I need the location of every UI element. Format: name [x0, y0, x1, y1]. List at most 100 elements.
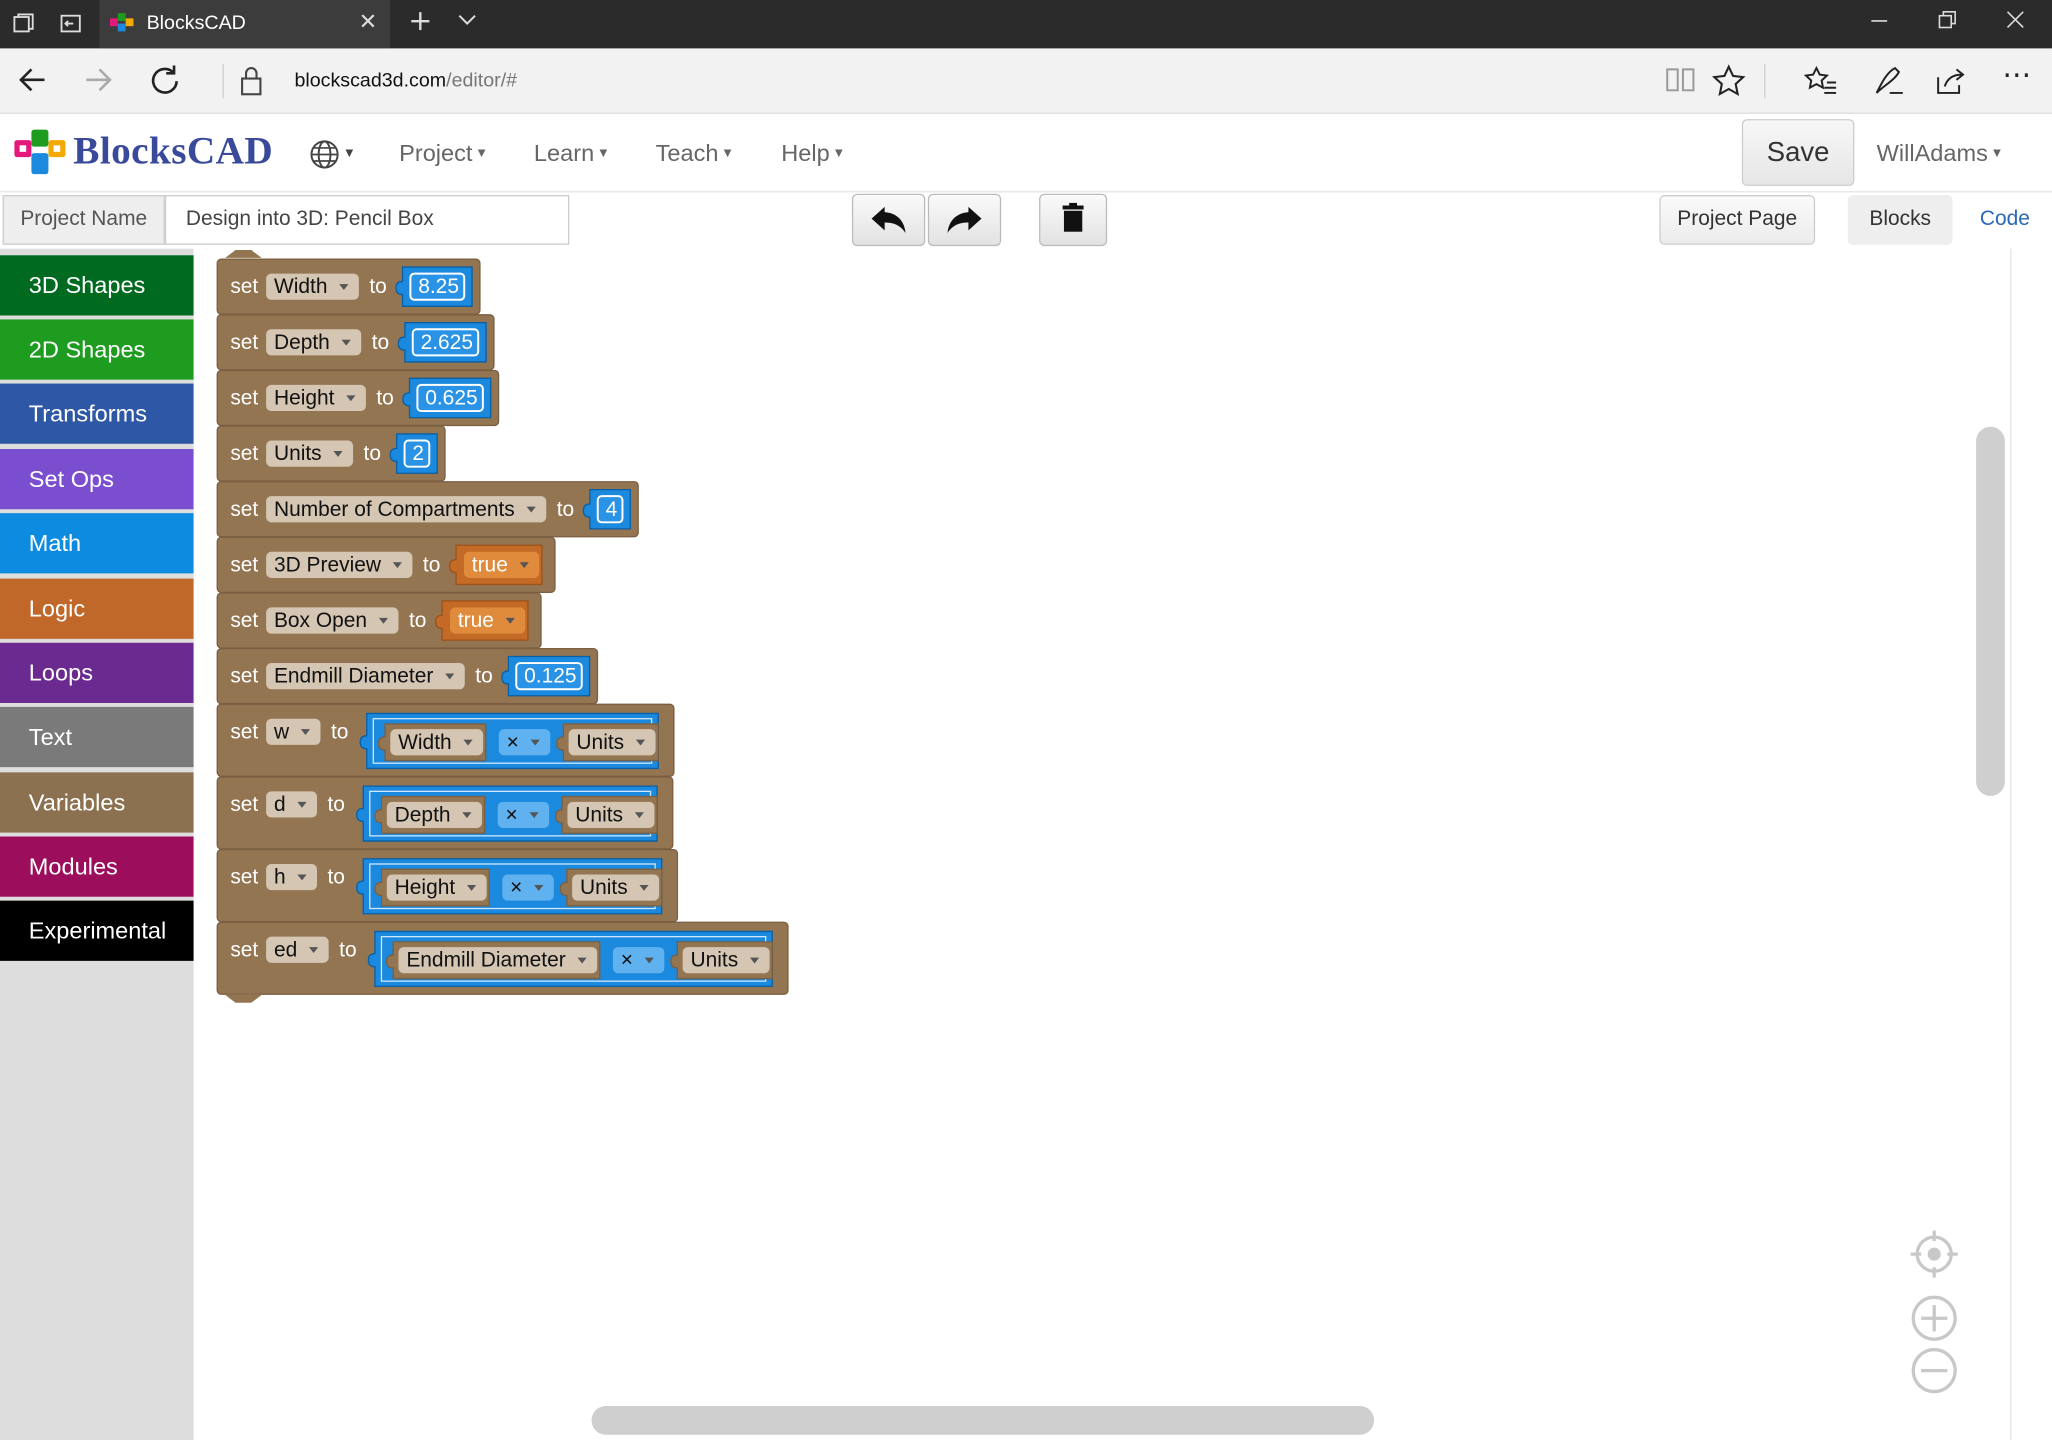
operator-dropdown[interactable]: ×	[498, 729, 551, 756]
set-keyword: set	[230, 442, 258, 465]
url-field[interactable]: blockscad3d.com/editor/#	[294, 69, 517, 91]
more-icon[interactable]: ⋯	[2002, 59, 2031, 93]
operator-dropdown[interactable]: ×	[497, 801, 550, 828]
set-block-3d-preview[interactable]: set 3D Preview to true	[216, 536, 556, 594]
web-note-icon[interactable]	[1871, 64, 1905, 105]
operand-b-dropdown[interactable]: Units	[567, 801, 655, 828]
tab-blocks[interactable]: Blocks	[1847, 195, 1953, 245]
undo-button[interactable]	[851, 193, 926, 247]
variable-dropdown[interactable]: Endmill Diameter	[266, 663, 465, 690]
menu-learn[interactable]: Learn ▼	[534, 140, 610, 167]
operand-b-dropdown[interactable]: Units	[572, 874, 660, 901]
set-block-height[interactable]: set Height to 0.625	[216, 369, 500, 427]
tab-code[interactable]: Code	[1958, 195, 2052, 245]
menu-help-label: Help	[781, 140, 830, 167]
category-transforms[interactable]: Transforms	[0, 383, 194, 444]
category-3d-shapes[interactable]: 3D Shapes	[0, 255, 194, 316]
vertical-scrollbar[interactable]	[1976, 426, 2005, 796]
set-block-h[interactable]: set h to Height × Units	[216, 848, 679, 923]
menu-help[interactable]: Help ▼	[781, 140, 845, 167]
zoom-out-icon[interactable]	[1908, 1344, 1960, 1396]
operand-a-dropdown[interactable]: Endmill Diameter	[398, 947, 598, 974]
category-set-ops[interactable]: Set Ops	[0, 449, 194, 510]
set-aside-tabs-icon[interactable]	[59, 12, 83, 36]
set-block-endmill-diameter[interactable]: set Endmill Diameter to 0.125	[216, 647, 599, 705]
category-math[interactable]: Math	[0, 513, 194, 574]
menu-teach[interactable]: Teach ▼	[656, 140, 734, 167]
number-value: 2.625	[421, 331, 473, 354]
user-menu[interactable]: WillAdams ▼	[1877, 140, 2004, 167]
reading-view-icon[interactable]	[1665, 65, 1696, 100]
variable-dropdown-label: d	[274, 793, 286, 816]
project-page-button[interactable]: Project Page	[1659, 195, 1816, 245]
set-block-width[interactable]: set Width to 8.25	[216, 258, 481, 315]
redo-button[interactable]	[927, 193, 1002, 247]
set-keyword: set	[230, 275, 258, 298]
undo-icon	[871, 206, 906, 234]
close-window-icon[interactable]	[2005, 9, 2026, 35]
operator-dropdown[interactable]: ×	[502, 874, 554, 901]
set-block-units[interactable]: set Units to 2	[216, 425, 446, 482]
language-menu[interactable]: ▼	[309, 139, 356, 170]
variable-dropdown[interactable]: d	[266, 791, 318, 818]
category-logic[interactable]: Logic	[0, 578, 194, 639]
project-name-input[interactable]: Design into 3D: Pencil Box	[164, 195, 570, 245]
set-block-d[interactable]: set d to Depth × Units	[216, 776, 674, 850]
category-text[interactable]: Text	[0, 706, 194, 768]
delete-button[interactable]	[1039, 193, 1108, 247]
operand-a-dropdown[interactable]: Depth	[386, 801, 482, 828]
to-keyword: to	[364, 442, 381, 465]
browser-tab[interactable]: BlocksCAD ✕	[99, 0, 390, 49]
category-experimental[interactable]: Experimental	[0, 900, 194, 961]
category-modules[interactable]: Modules	[0, 836, 194, 897]
recenter-icon[interactable]	[1908, 1228, 1960, 1280]
operator-dropdown[interactable]: ×	[612, 947, 665, 974]
menu-project[interactable]: Project ▼	[399, 140, 488, 167]
operand-b-dropdown[interactable]: Units	[682, 947, 770, 974]
restore-icon[interactable]	[1937, 9, 1958, 35]
variable-block-stack[interactable]: set Width to 8.25 set Depth to 2.625 set Height to…	[216, 250, 789, 1003]
horizontal-scrollbar[interactable]	[591, 1405, 1375, 1435]
category-variables[interactable]: Variables	[0, 772, 194, 833]
blocks-workspace[interactable]: set Width to 8.25 set Depth to 2.625 set Height to…	[193, 248, 2052, 1440]
close-icon[interactable]: ✕	[359, 9, 378, 35]
new-tab-icon[interactable]: +	[408, 5, 432, 38]
save-button[interactable]: Save	[1741, 119, 1855, 186]
boolean-dropdown[interactable]: true	[463, 551, 540, 578]
boolean-dropdown[interactable]: true	[449, 607, 526, 634]
operand-b-dropdown[interactable]: Units	[568, 729, 656, 756]
variable-dropdown[interactable]: Number of Compartments	[266, 496, 547, 523]
share-icon[interactable]	[1934, 64, 1968, 105]
set-block-box-open[interactable]: set Box Open to true	[216, 592, 542, 649]
globe-icon	[310, 140, 339, 169]
operand-a-dropdown[interactable]: Width	[390, 729, 484, 756]
tab-preview-icon[interactable]	[457, 9, 478, 35]
set-block-number-of-compartments[interactable]: set Number of Compartments to 4	[216, 481, 639, 538]
back-icon[interactable]	[16, 63, 50, 104]
set-block-ed[interactable]: set ed to Endmill Diameter × Units	[216, 921, 789, 995]
operand-a-dropdown[interactable]: Height	[386, 874, 487, 901]
variable-dropdown[interactable]: Units	[266, 440, 354, 467]
variable-dropdown[interactable]: h	[266, 863, 318, 891]
category-2d-shapes[interactable]: 2D Shapes	[0, 319, 194, 380]
set-block-depth[interactable]: set Depth to 2.625	[216, 314, 495, 371]
refresh-icon[interactable]	[148, 63, 182, 104]
zoom-in-icon[interactable]	[1908, 1292, 1960, 1344]
variable-dropdown[interactable]: Depth	[266, 329, 362, 356]
variable-dropdown[interactable]: w	[266, 718, 321, 745]
set-block-w[interactable]: set w to Width × Units	[216, 703, 675, 777]
variable-dropdown[interactable]: Width	[266, 273, 359, 300]
tab-actions-icon[interactable]	[12, 12, 36, 36]
variable-dropdown[interactable]: Box Open	[266, 607, 399, 634]
favorite-star-icon[interactable]	[1711, 64, 1746, 105]
logo-text[interactable]: BlocksCAD	[73, 130, 273, 175]
minimize-icon[interactable]	[1869, 9, 1890, 35]
variable-dropdown[interactable]: ed	[266, 936, 329, 963]
blockscad-logo-icon[interactable]	[12, 127, 70, 179]
block-stack[interactable]: set Width to 8.25 set Depth to 2.625 set Height to…	[194, 249, 2000, 1440]
variable-dropdown[interactable]: Height	[266, 384, 366, 412]
favorites-hub-icon[interactable]	[1803, 64, 1837, 105]
category-loops[interactable]: Loops	[0, 642, 194, 703]
forward-icon[interactable]	[81, 63, 115, 104]
variable-dropdown[interactable]: 3D Preview	[266, 551, 413, 578]
